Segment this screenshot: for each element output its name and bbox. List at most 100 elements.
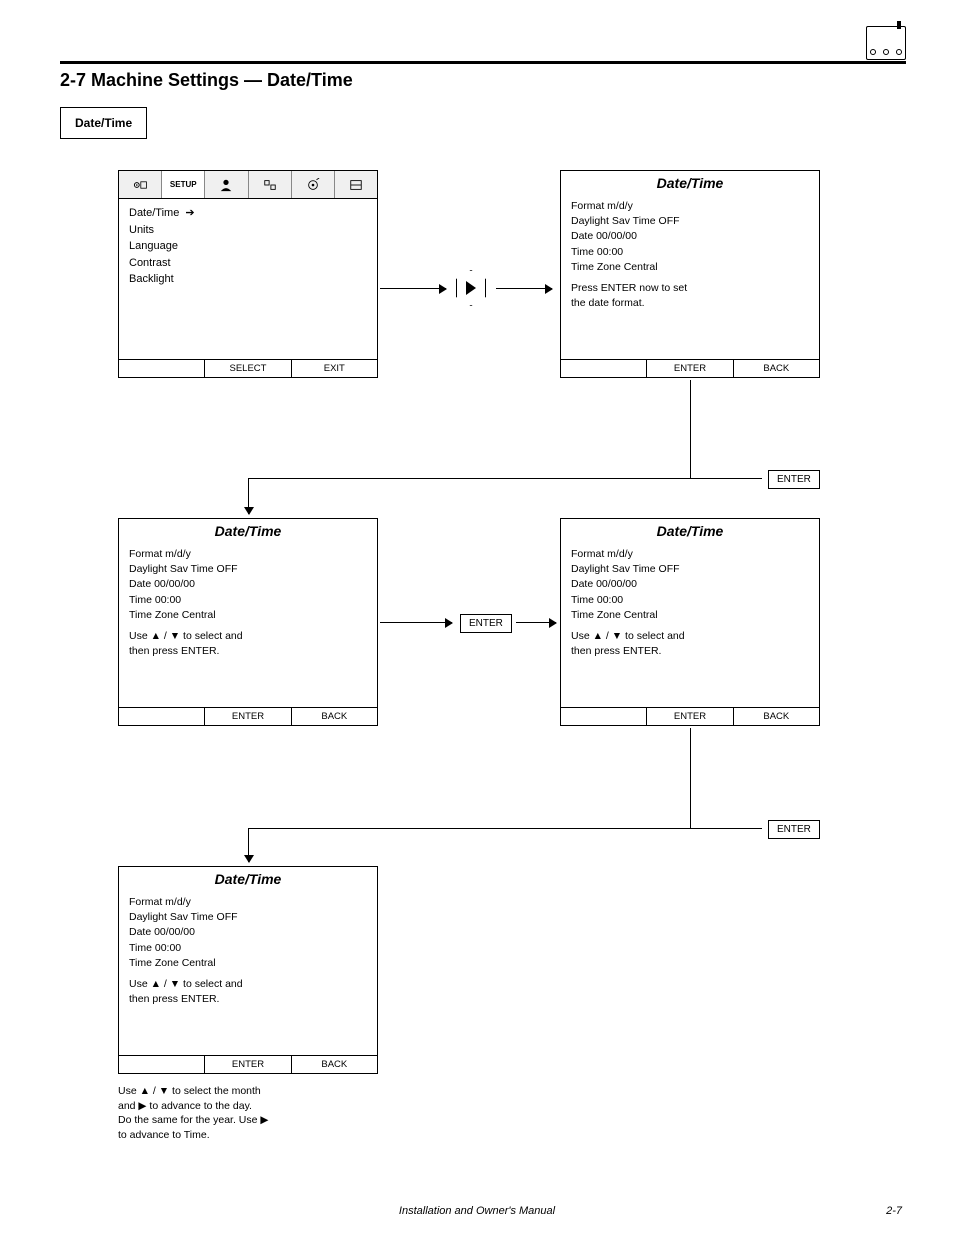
screen-datetime-dst-select: Date/Time Format m/d/y Daylight Sav Time… [560,518,820,726]
flow-connector [248,478,762,479]
menu-label: Language [129,238,178,255]
row-time: Time 00:00 [129,941,367,956]
enter-key-label: ENTER [768,820,820,839]
softkey-enter[interactable]: ENTER [646,708,733,725]
softkey-left[interactable] [561,360,646,377]
row-format: Format m/d/y [129,895,367,910]
row-dst: Daylight Sav Time OFF [129,562,367,577]
product-badge-icon [866,26,906,60]
softkey-bar: ENTER BACK [119,707,377,725]
note-line: to advance to Time. [118,1128,398,1143]
topic-label-box: Date/Time [60,107,147,139]
row-timezone: Time Zone Central [571,260,809,275]
instruction-note: Use ▲ / ▼ to select the month and ▶ to a… [118,1084,398,1143]
row-timezone: Time Zone Central [129,608,367,623]
row-time: Time 00:00 [129,593,367,608]
hint-line: Press ENTER now to set [571,281,809,296]
enter-key-label: ENTER [768,470,820,489]
hint-line: Use ▲ / ▼ to select and [129,977,367,992]
note-line: and ▶ to advance to the day. [118,1099,398,1114]
tab-target-icon[interactable] [292,171,335,198]
softkey-bar: ENTER BACK [561,707,819,725]
row-date: Date 00/00/00 [571,229,809,244]
row-format: Format m/d/y [129,547,367,562]
flow-arrow [248,478,249,514]
menu-label: Date/Time [129,205,179,222]
screen-body: Format m/d/y Daylight Sav Time OFF Date … [561,541,819,666]
row-format: Format m/d/y [571,199,809,214]
screen-body: Format m/d/y Daylight Sav Time OFF Date … [561,193,819,318]
hint-line: the date format. [571,296,809,311]
enter-key-label: ENTER [460,614,512,633]
row-time: Time 00:00 [571,245,809,260]
row-dst: Daylight Sav Time OFF [571,214,809,229]
section-heading: 2-7 Machine Settings — Date/Time [60,70,353,91]
menu-item-language[interactable]: Language [129,238,367,255]
menu-item-contrast[interactable]: Contrast [129,255,367,272]
softkey-bar: ENTER BACK [561,359,819,377]
softkey-bar: ENTER BACK [119,1055,377,1073]
tab-display-icon[interactable] [119,171,162,198]
tab-setup-icon[interactable]: SETUP [162,171,205,198]
play-button-icon[interactable] [456,270,486,306]
page-footer-title: Installation and Owner's Manual [0,1205,954,1217]
hint-line: Use ▲ / ▼ to select and [571,629,809,644]
softkey-bar: SELECT EXIT [119,359,377,377]
screen-body: Format m/d/y Daylight Sav Time OFF Date … [119,889,377,1014]
flow-arrow [496,288,552,289]
flow-arrow [248,828,249,862]
menu-item-units[interactable]: Units [129,222,367,239]
softkey-exit[interactable]: EXIT [292,360,377,377]
screen-datetime-format-select: Date/Time Format m/d/y Daylight Sav Time… [118,518,378,726]
setup-menu-list: Date/Time ➔ Units Language Contrast Back… [119,199,377,294]
page-number: 2-7 [886,1205,902,1217]
row-time: Time 00:00 [571,593,809,608]
tab-locate-icon[interactable] [249,171,292,198]
flow-connector [690,380,691,478]
row-date: Date 00/00/00 [571,577,809,592]
menu-label: Backlight [129,271,174,288]
row-timezone: Time Zone Central [129,956,367,971]
screen-body: Format m/d/y Daylight Sav Time OFF Date … [119,541,377,666]
softkey-enter[interactable]: ENTER [204,1056,291,1073]
softkey-back[interactable]: BACK [292,1056,377,1073]
hint-line: then press ENTER. [571,644,809,659]
flow-connector [248,828,762,829]
menu-item-datetime[interactable]: Date/Time ➔ [129,205,367,222]
softkey-back[interactable]: BACK [734,360,819,377]
softkey-enter[interactable]: ENTER [646,360,733,377]
screen-datetime-date-select: Date/Time Format m/d/y Daylight Sav Time… [118,866,378,1074]
softkey-back[interactable]: BACK [292,708,377,725]
note-line: Do the same for the year. Use ▶ [118,1113,398,1128]
flow-arrow [516,622,556,623]
softkey-left[interactable] [561,708,646,725]
menu-label: Contrast [129,255,171,272]
hint-line: then press ENTER. [129,992,367,1007]
screen-title: Date/Time [561,519,819,541]
flow-arrow [380,288,446,289]
row-date: Date 00/00/00 [129,925,367,940]
tab-frame-icon[interactable] [335,171,377,198]
screen-setup-menu: SETUP Date/Time ➔ Units Language Contras… [118,170,378,378]
note-line: Use ▲ / ▼ to select the month [118,1084,398,1099]
softkey-left[interactable] [119,1056,204,1073]
softkey-select[interactable]: SELECT [204,360,291,377]
softkey-back[interactable]: BACK [734,708,819,725]
row-dst: Daylight Sav Time OFF [571,562,809,577]
screen-title: Date/Time [119,867,377,889]
softkey-left[interactable] [119,360,204,377]
screen-title: Date/Time [119,519,377,541]
menu-item-backlight[interactable]: Backlight [129,271,367,288]
hint-line: then press ENTER. [129,644,367,659]
softkey-left[interactable] [119,708,204,725]
setup-tab-bar: SETUP [119,171,377,199]
tab-setup-label: SETUP [170,180,197,189]
softkey-enter[interactable]: ENTER [204,708,291,725]
tab-user-icon[interactable] [205,171,248,198]
screen-datetime-initial: Date/Time Format m/d/y Daylight Sav Time… [560,170,820,378]
menu-label: Units [129,222,154,239]
flow-connector [690,728,691,828]
row-dst: Daylight Sav Time OFF [129,910,367,925]
row-timezone: Time Zone Central [571,608,809,623]
flow-arrow [380,622,452,623]
